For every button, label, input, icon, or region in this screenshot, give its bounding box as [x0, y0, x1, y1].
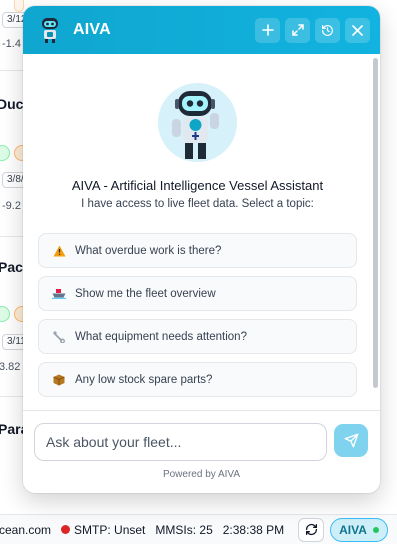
chat-scrollbar[interactable] — [373, 58, 378, 388]
close-button[interactable] — [345, 17, 370, 43]
chat-title: AIVA — [73, 21, 111, 38]
bg-status-dot — [0, 306, 10, 322]
aiva-online-dot — [372, 526, 379, 533]
chat-body: AIVA - Artificial Intelligence Vessel As… — [23, 54, 380, 410]
warning-icon — [52, 244, 66, 258]
bg-divider — [0, 236, 24, 237]
clock: 2:38:38 PM — [222, 522, 285, 537]
aiva-toggle-label: AIVA — [339, 522, 367, 537]
chat-input[interactable] — [34, 423, 327, 461]
mmsi-count: MMSIs: 25 — [155, 522, 213, 537]
topic-label: What equipment needs attention? — [75, 330, 247, 343]
bg-divider — [0, 70, 24, 71]
wrench-icon — [52, 330, 66, 344]
history-icon — [322, 24, 333, 36]
send-icon — [344, 433, 358, 448]
topic-overdue-work[interactable]: What overdue work is there? — [38, 233, 357, 268]
host-label: cean.com — [0, 522, 52, 537]
send-button[interactable] — [334, 424, 368, 457]
robot-mascot-icon — [172, 91, 219, 159]
topic-fleet-overview[interactable]: Show me the fleet overview — [38, 276, 357, 311]
package-icon — [52, 373, 66, 387]
bg-status-dot — [0, 145, 10, 161]
bg-value: -9.2 — [2, 200, 21, 212]
welcome-title: AIVA - Artificial Intelligence Vessel As… — [71, 178, 324, 193]
smtp-status-dot — [61, 525, 71, 534]
close-icon — [352, 24, 363, 36]
history-button[interactable] — [315, 17, 340, 43]
refresh-button[interactable] — [298, 517, 325, 542]
welcome-subtitle: I have access to live fleet data. Select… — [81, 198, 314, 210]
expand-icon — [291, 24, 304, 36]
ship-icon — [52, 287, 66, 301]
status-bar: cean.com SMTP: Unset MMSIs: 25 2:38:38 P… — [0, 514, 397, 544]
bg-badge — [14, 0, 24, 12]
topic-label: What overdue work is there? — [75, 244, 222, 257]
aiva-chat-panel: AIVA AIVA - Artificial Intelligence Vess… — [23, 6, 380, 493]
plus-icon — [261, 24, 274, 36]
new-chat-button[interactable] — [255, 17, 280, 43]
chat-header: AIVA — [23, 6, 380, 54]
bg-value: -1.4 — [2, 38, 21, 50]
smtp-label: SMTP: Unset — [74, 522, 146, 537]
topic-label: Show me the fleet overview — [75, 287, 216, 300]
expand-button[interactable] — [285, 17, 310, 43]
composer-divider — [23, 410, 380, 411]
topic-equipment-attention[interactable]: What equipment needs attention? — [38, 319, 357, 354]
smtp-status: SMTP: Unset — [61, 523, 145, 537]
powered-by-label: Powered by AIVA — [162, 469, 241, 480]
aiva-avatar — [158, 83, 237, 162]
bg-value: 3.82 — [0, 361, 21, 373]
bg-divider — [0, 396, 24, 397]
aiva-toggle-button[interactable]: AIVA — [330, 517, 388, 542]
robot-icon — [42, 18, 58, 43]
topic-label: Any low stock spare parts? — [75, 373, 213, 386]
topic-low-stock[interactable]: Any low stock spare parts? — [38, 362, 357, 397]
refresh-icon — [305, 523, 317, 536]
